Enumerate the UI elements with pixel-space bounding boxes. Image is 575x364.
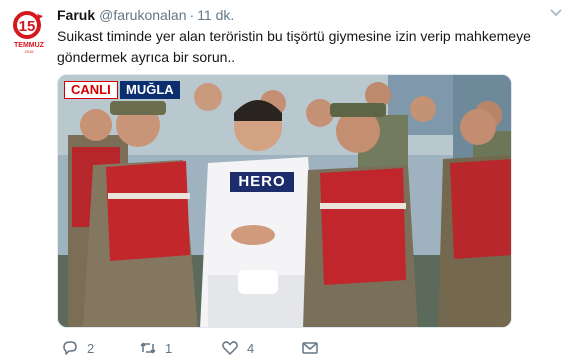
reply-icon [63, 341, 77, 355]
tweet-text: Suikast timinde yer alan teröristin bu t… [57, 28, 531, 65]
tweet-card: 15 TEMMUZ 2016 Faruk @farukonalan · 11 dk. … [0, 0, 575, 364]
shirt-print: HERO [230, 172, 294, 192]
tweet-timestamp[interactable]: 11 dk. [197, 7, 234, 23]
retweet-button[interactable]: 1 [139, 338, 172, 358]
user-handle[interactable]: @farukonalan [99, 7, 186, 23]
news-broadcast-photo [58, 75, 511, 327]
heart-icon [222, 341, 238, 355]
display-name[interactable]: Faruk [57, 7, 95, 23]
avatar[interactable]: 15 TEMMUZ 2016 [10, 10, 48, 54]
retweet-icon [140, 342, 156, 354]
like-button[interactable]: 4 [221, 338, 254, 358]
reply-button[interactable]: 2 [61, 338, 94, 358]
svg-text:TEMMUZ: TEMMUZ [14, 42, 45, 49]
location-badge: MUĞLA [120, 81, 180, 99]
tweet-actions: 2 1 4 [57, 338, 347, 358]
tweet-photo[interactable]: CANLI MUĞLA HERO [57, 74, 512, 328]
separator-dot: · [189, 7, 195, 23]
like-count: 4 [247, 340, 255, 356]
reply-count: 2 [87, 340, 95, 356]
tweet-header: Faruk @farukonalan · 11 dk. [57, 6, 234, 24]
retweet-count: 1 [165, 340, 173, 356]
direct-message-button[interactable] [301, 338, 319, 358]
chevron-down-icon[interactable] [549, 7, 563, 19]
live-badge: CANLI [64, 81, 118, 99]
temmuz-15-logo-icon: 15 TEMMUZ 2016 [13, 11, 45, 54]
svg-text:15: 15 [19, 18, 36, 35]
direct-message-icon [302, 342, 318, 354]
svg-text:2016: 2016 [25, 49, 35, 54]
